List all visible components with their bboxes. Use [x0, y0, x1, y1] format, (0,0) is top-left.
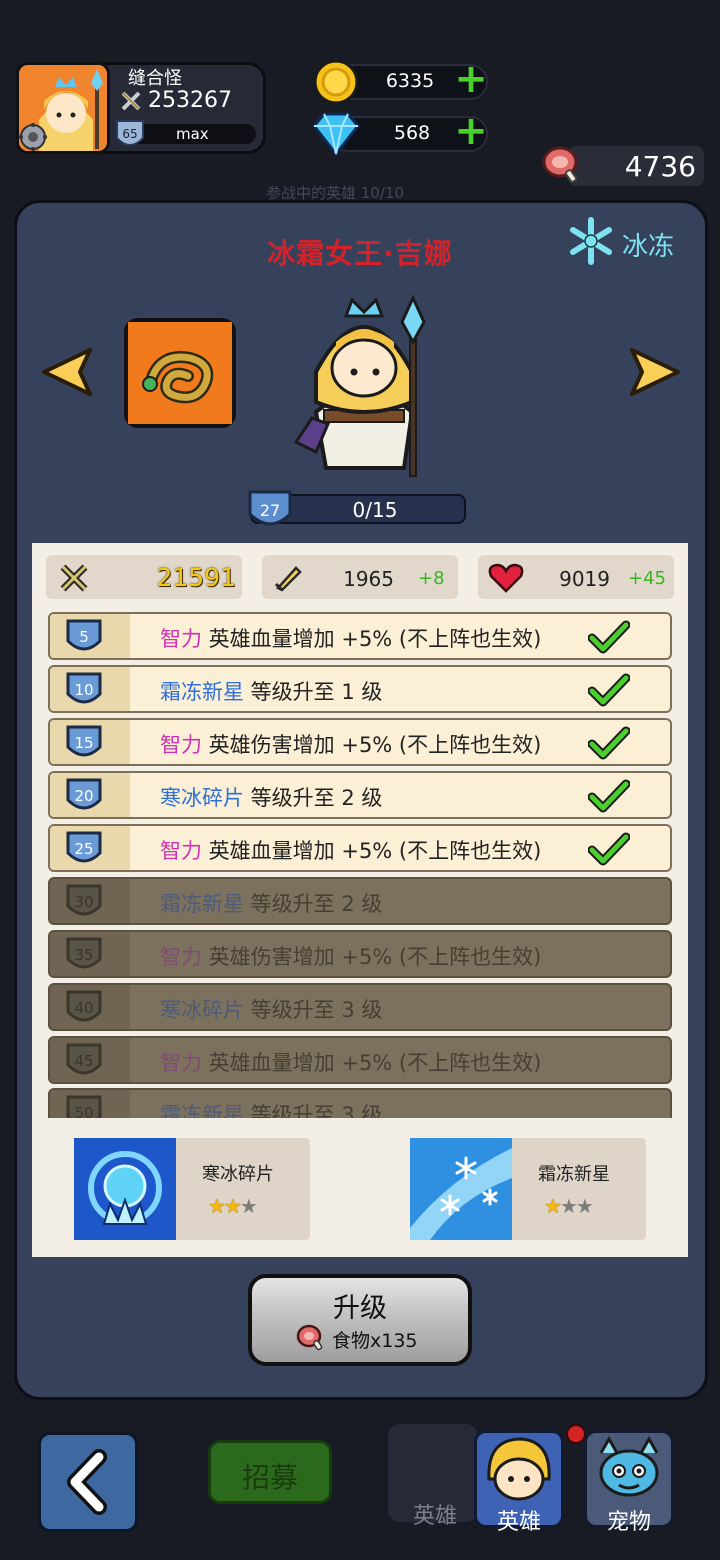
perk-row-locked: 30 霜冻新星 等级升至 2 级	[48, 877, 672, 925]
perk-row-locked: 50 霜冻新星 等级升至 3 级	[48, 1088, 672, 1118]
check-icon	[588, 832, 630, 866]
upgrade-cost: 食物x135	[332, 1330, 418, 1352]
heart-icon	[488, 563, 524, 593]
star-icon: ★	[559, 1194, 578, 1218]
perk-level-shield-icon: 40	[66, 990, 102, 1022]
perk-row: 5 智力 英雄血量增加 +5% (不上阵也生效)	[48, 612, 672, 660]
star-icon: ★	[239, 1194, 258, 1218]
frost-nova-icon	[410, 1138, 512, 1240]
meat-icon	[296, 1324, 326, 1352]
stat-attack-bonus: +8	[418, 568, 445, 589]
stat-attack-value: 1965	[343, 567, 394, 591]
diamond-icon	[310, 110, 362, 158]
perk-level-shield-icon: 10	[66, 672, 102, 704]
perk-row-locked: 45 智力 英雄血量增加 +5% (不上阵也生效)	[48, 1036, 672, 1084]
hero-level: 27	[260, 501, 280, 520]
svg-text:10: 10	[74, 681, 93, 699]
svg-text:35: 35	[74, 946, 93, 964]
perk-list-clip: 50 霜冻新星 等级升至 3 级	[48, 1088, 672, 1118]
tab-hero-label: 英雄	[496, 1510, 541, 1535]
settings-gear-icon[interactable]	[18, 122, 48, 152]
perk-level-shield-icon: 50	[66, 1095, 102, 1118]
tab-hero-background-label: 英雄	[412, 1504, 457, 1529]
player-level: 65	[122, 127, 137, 141]
ice-shard-icon	[74, 1138, 176, 1240]
star-icon: ★	[223, 1194, 242, 1218]
skill-stars-ice-shard: ★★★	[208, 1194, 258, 1218]
upgrade-button-label: 升级	[333, 1293, 387, 1324]
skill-name-ice-shard: 寒冰碎片	[202, 1164, 274, 1185]
hero-level-shield-icon: 27	[246, 486, 294, 534]
skill-stars-frost-nova: ★★★	[544, 1194, 594, 1218]
gem-value: 568	[393, 122, 431, 144]
perk-level-shield-icon: 30	[66, 884, 102, 916]
svg-text:40: 40	[74, 999, 93, 1017]
perk-row: 10 霜冻新星 等级升至 1 级	[48, 665, 672, 713]
skill-name-frost-nova: 霜冻新星	[538, 1164, 610, 1185]
pet-dragon-icon	[599, 1435, 659, 1497]
check-icon	[588, 673, 630, 707]
next-hero-arrow-icon[interactable]	[624, 346, 682, 398]
previous-hero-arrow-icon[interactable]	[40, 346, 98, 398]
gold-value: 6335	[385, 70, 435, 92]
stat-hp-bonus: +45	[628, 568, 666, 589]
svg-text:5: 5	[79, 628, 89, 646]
notification-dot	[566, 1424, 586, 1444]
check-icon	[588, 620, 630, 654]
meat-icon	[540, 144, 584, 186]
svg-text:30: 30	[74, 893, 93, 911]
perk-row: 25 智力 英雄血量增加 +5% (不上阵也生效)	[48, 824, 672, 872]
recruit-label: 招募	[241, 1461, 298, 1494]
perk-level-shield-icon: 45	[66, 1043, 102, 1075]
crossed-swords-icon	[121, 91, 141, 110]
check-icon	[588, 779, 630, 813]
star-icon: ★	[208, 1194, 226, 1218]
perk-row-locked: 40 寒冰碎片 等级升至 3 级	[48, 983, 672, 1031]
crossed-swords-icon	[58, 562, 90, 594]
tab-pet-label: 宠物	[606, 1510, 651, 1535]
perk-level-shield-icon: 15	[66, 725, 102, 757]
player-power-value: 253267	[148, 88, 232, 113]
perk-level-shield-icon: 35	[66, 937, 102, 969]
food-value: 4736	[624, 150, 696, 183]
perk-row-locked: 35 智力 英雄伤害增加 +5% (不上阵也生效)	[48, 930, 672, 978]
svg-text:20: 20	[74, 787, 93, 805]
player-level-status: max	[176, 125, 209, 143]
back-arrow-icon	[67, 1449, 107, 1515]
perk-level-shield-icon: 5	[66, 619, 102, 651]
stat-hp-value: 9019	[559, 567, 610, 591]
player-power: 253267	[120, 88, 232, 113]
sword-attack-icon	[272, 562, 304, 594]
perk-row: 20 寒冰碎片 等级升至 2 级	[48, 771, 672, 819]
add-gold-button[interactable]: +	[454, 59, 488, 99]
svg-text:15: 15	[74, 734, 93, 752]
gold-coin-icon	[312, 58, 360, 106]
hero-element: 冰冻	[622, 232, 675, 262]
svg-text:25: 25	[74, 840, 93, 858]
stat-power-value: 21591	[156, 563, 236, 592]
perk-level-shield-icon: 20	[66, 778, 102, 810]
hero-equipment-slot[interactable]	[124, 318, 236, 428]
snowflake-icon	[566, 216, 616, 266]
perk-level-shield-icon: 25	[66, 831, 102, 863]
hero-exp-progress: 0/15	[352, 498, 398, 522]
svg-text:50: 50	[74, 1104, 93, 1118]
player-name: 缝合怪	[128, 68, 182, 89]
hero-portrait	[286, 292, 442, 478]
svg-text:45: 45	[74, 1052, 93, 1070]
perk-row: 15 智力 英雄伤害增加 +5% (不上阵也生效)	[48, 718, 672, 766]
add-gem-button[interactable]: +	[454, 111, 488, 151]
check-icon	[588, 726, 630, 760]
hero-face-icon	[487, 1437, 551, 1501]
serpent-icon	[128, 322, 232, 424]
back-button[interactable]	[38, 1432, 138, 1532]
star-icon: ★	[544, 1194, 562, 1218]
star-icon: ★	[575, 1194, 594, 1218]
player-level-shield-icon: 65	[114, 118, 146, 152]
